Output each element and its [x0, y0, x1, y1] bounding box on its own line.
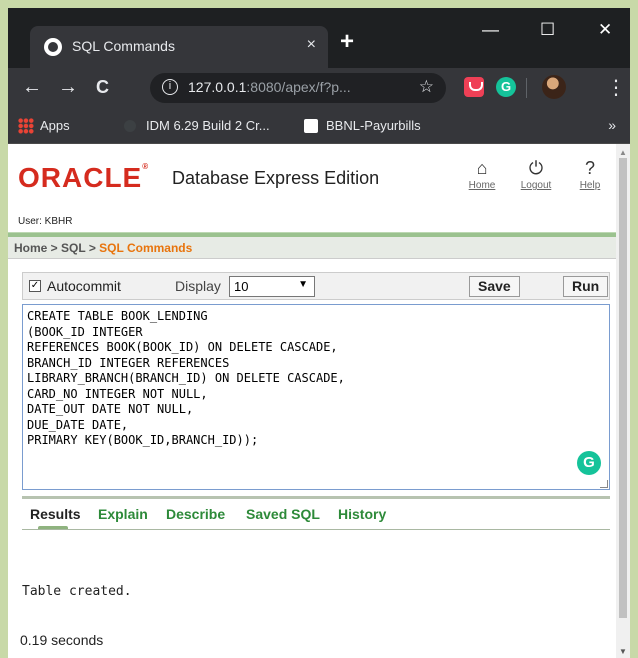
apex-header: ORACLE® Database Express Edition ⌂ Home … [8, 144, 616, 230]
title-bar: SQL Commands × + — ☐ ✕ [8, 8, 630, 68]
results-tabs: Results Explain Describe Saved SQL Histo… [22, 496, 610, 536]
sql-editor[interactable]: CREATE TABLE BOOK_LENDING (BOOK_ID INTEG… [22, 304, 610, 490]
results-divider-bottom [22, 529, 610, 530]
bookmark-star-icon[interactable]: ☆ [419, 77, 434, 97]
tab-results[interactable]: Results [30, 506, 81, 522]
command-controls: ✓ Autocommit Display 10 ▼ Save Run [22, 272, 610, 300]
bbnl-favicon-icon [304, 119, 318, 133]
pocket-extension-icon[interactable] [464, 77, 484, 97]
grammarly-icon[interactable]: G [577, 451, 601, 475]
help-link-label: Help [579, 180, 601, 191]
apex-page: ORACLE® Database Express Edition ⌂ Home … [8, 144, 616, 658]
tab-describe[interactable]: Describe [166, 506, 225, 522]
results-output: Table created. [22, 584, 132, 599]
sql-text: CREATE TABLE BOOK_LENDING (BOOK_ID INTEG… [27, 309, 345, 447]
bookmark-idm[interactable]: IDM 6.29 Build 2 Cr... [146, 118, 270, 133]
grammarly-extension-icon[interactable]: G [496, 77, 516, 97]
info-icon[interactable]: i [162, 79, 178, 95]
maximize-button[interactable]: ☐ [540, 20, 555, 40]
home-link-label: Home [468, 180, 496, 191]
browser-toolbar: ← → C i 127.0.0.1:8080/apex/f?p... ☆ G ⋮ [8, 68, 630, 108]
user-label: User: KBHR [18, 216, 73, 227]
screenshot-frame: SQL Commands × + — ☐ ✕ ← → C i 127.0.0.1… [0, 0, 638, 658]
display-rows-select[interactable]: 10 ▼ [229, 276, 315, 297]
address-bar[interactable]: i 127.0.0.1:8080/apex/f?p... ☆ [150, 73, 446, 103]
apps-grid-icon[interactable] [18, 118, 34, 134]
autocommit-label: Autocommit [47, 278, 121, 294]
autocommit-checkbox[interactable]: ✓ [29, 280, 41, 292]
tab-history[interactable]: History [338, 506, 386, 522]
logo-mark: ® [142, 162, 150, 171]
breadcrumb-bar: Home > SQL > SQL Commands [8, 237, 616, 259]
help-icon: ? [584, 158, 595, 178]
home-link[interactable]: ⌂ Home [462, 156, 502, 191]
bookmarks-more-icon[interactable]: » [608, 117, 616, 133]
scroll-up-icon[interactable]: ▲ [619, 148, 627, 157]
forward-button[interactable]: → [58, 76, 78, 99]
globe-icon [124, 120, 136, 132]
home-icon: ⌂ [476, 158, 488, 178]
breadcrumb-current: SQL Commands [99, 241, 193, 255]
tab-favicon-icon [44, 38, 62, 56]
help-link[interactable]: ? Help [570, 156, 610, 191]
product-name: Database Express Edition [172, 168, 380, 188]
run-button[interactable]: Run [563, 276, 609, 297]
breadcrumb-sql[interactable]: SQL [61, 241, 85, 255]
url-text[interactable]: 127.0.0.1:8080/apex/f?p... [188, 79, 351, 95]
breadcrumb-sep: > [47, 241, 62, 255]
page-scrollbar[interactable]: ▲ ▼ [616, 144, 630, 658]
bookmark-bbnl[interactable]: BBNL-Payurbills [326, 118, 421, 133]
tab-explain[interactable]: Explain [98, 506, 148, 522]
execution-time: 0.19 seconds [20, 632, 104, 648]
url-host: 127.0.0.1 [188, 79, 247, 95]
tab-saved-sql[interactable]: Saved SQL [246, 506, 320, 522]
power-icon: ⏻ [528, 158, 544, 178]
logo-text: ORACLE [18, 162, 143, 193]
toolbar-separator [526, 78, 527, 98]
breadcrumb-sep: > [85, 241, 100, 255]
bookmarks-bar: Apps IDM 6.29 Build 2 Cr... BBNL-Payurbi… [8, 108, 630, 144]
bookmark-apps[interactable]: Apps [40, 118, 70, 133]
chevron-down-icon: ▼ [298, 279, 308, 290]
tab-title: SQL Commands [72, 38, 175, 54]
url-path: :8080/apex/f?p... [246, 79, 351, 95]
reload-button[interactable]: C [96, 77, 109, 98]
resize-handle[interactable] [600, 480, 608, 488]
scroll-down-icon[interactable]: ▼ [619, 647, 627, 656]
browser-window: SQL Commands × + — ☐ ✕ ← → C i 127.0.0.1… [8, 8, 630, 658]
breadcrumb: Home > SQL > SQL Commands [14, 241, 192, 255]
display-label: Display [175, 278, 221, 294]
minimize-button[interactable]: — [482, 20, 499, 40]
scroll-thumb[interactable] [619, 158, 627, 618]
close-window-button[interactable]: ✕ [598, 20, 612, 40]
breadcrumb-home[interactable]: Home [14, 241, 47, 255]
save-button[interactable]: Save [469, 276, 520, 297]
tab-close-icon[interactable]: × [307, 36, 316, 54]
browser-tab[interactable]: SQL Commands × [30, 26, 328, 68]
menu-icon[interactable]: ⋮ [606, 75, 626, 100]
results-divider-top [22, 496, 610, 499]
logout-link-label: Logout [520, 180, 552, 191]
display-rows-value: 10 [234, 279, 249, 294]
new-tab-button[interactable]: + [340, 28, 354, 56]
profile-avatar[interactable] [542, 75, 566, 99]
sql-command-panel: ✓ Autocommit Display 10 ▼ Save Run CREATE… [22, 272, 610, 490]
logout-link[interactable]: ⏻ Logout [516, 156, 556, 191]
oracle-logo: ORACLE® [18, 162, 149, 194]
back-button[interactable]: ← [22, 76, 42, 99]
